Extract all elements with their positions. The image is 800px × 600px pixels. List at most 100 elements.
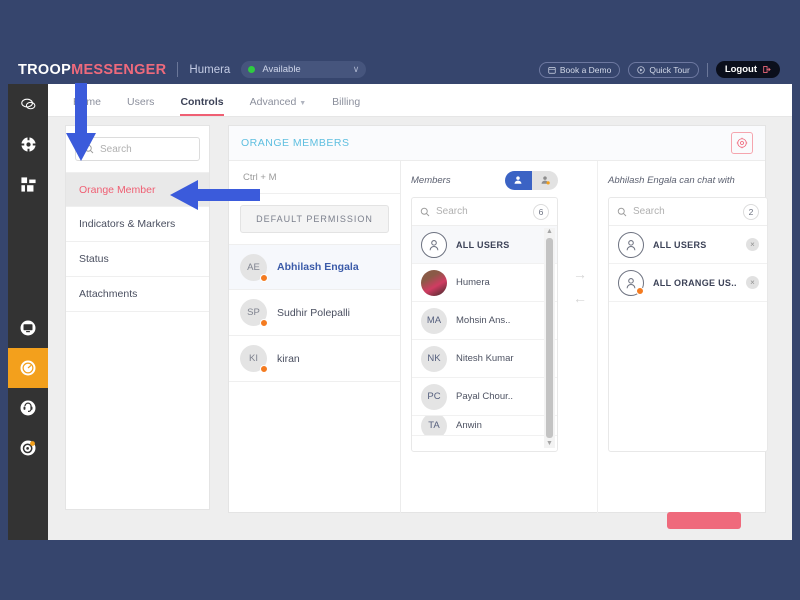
avatar-initials: TA <box>428 420 440 431</box>
remove-icon[interactable]: × <box>746 238 759 251</box>
member-type-toggle[interactable] <box>505 170 558 190</box>
members-search-input[interactable]: Search 6 <box>412 198 557 226</box>
calendar-icon <box>548 66 556 74</box>
member-name: Abhilash Engala <box>277 261 359 273</box>
sidebar-item-label: Orange Member <box>79 183 156 196</box>
avatar: PC <box>421 383 447 410</box>
status-label: Available <box>262 64 301 75</box>
list-item[interactable]: ALL USERS × <box>609 226 767 264</box>
sidebar-item-contacts[interactable] <box>8 124 48 164</box>
list-item[interactable]: TA Anwin <box>412 416 557 436</box>
save-button[interactable] <box>667 512 741 529</box>
chat-with-count-badge: 2 <box>743 203 759 220</box>
avatar: NK <box>421 345 447 372</box>
avatar-initials: MA <box>426 315 442 326</box>
toggle-orange-users[interactable] <box>531 170 558 190</box>
logout-button[interactable]: Logout <box>715 61 780 78</box>
members-list-scrollbar[interactable]: ▲ ▼ <box>544 228 555 448</box>
remove-arrow-button[interactable]: ← <box>573 290 587 306</box>
monitor-icon <box>20 320 36 336</box>
sidebar-item-indicators-markers[interactable]: Indicators & Markers <box>66 207 209 242</box>
avatar-initials: KI <box>249 353 258 364</box>
sidebar-item-attachments[interactable]: Attachments <box>66 277 209 312</box>
table-row[interactable]: SP Sudhir Polepalli <box>229 290 400 336</box>
sidebar-item-dashboard[interactable] <box>8 348 48 388</box>
sidebar-item-label: Indicators & Markers <box>79 218 176 230</box>
gear-icon[interactable] <box>731 132 753 154</box>
list-item[interactable]: ALL ORANGE US.. × <box>609 264 767 302</box>
tab-advanced-label: Advanced <box>249 96 297 108</box>
scrollbar-thumb[interactable] <box>546 238 553 438</box>
list-item[interactable]: PC Payal Chour.. <box>412 378 557 416</box>
quick-tour-button[interactable]: Quick Tour <box>628 61 699 78</box>
list-item-label: Mohsin Ans.. <box>456 315 511 326</box>
book-demo-label: Book a Demo <box>559 64 612 75</box>
chat-icon <box>20 98 35 109</box>
tab-billing[interactable]: Billing <box>332 96 360 116</box>
sidebar-item-chat[interactable] <box>8 84 48 124</box>
brand-bar: TROOPMESSENGER Humera Available ∨ Book a… <box>8 55 792 84</box>
list-item[interactable]: NK Nitesh Kumar <box>412 340 557 378</box>
scroll-down-icon[interactable]: ▼ <box>546 440 553 448</box>
chevron-down-icon: ▼ <box>299 100 307 107</box>
remove-icon[interactable]: × <box>746 276 759 289</box>
avatar-initials: NK <box>427 353 441 364</box>
avatar-initials: AE <box>247 261 260 273</box>
app-window: TROOPMESSENGER Humera Available ∨ Book a… <box>8 55 792 540</box>
status-selector[interactable]: Available ∨ <box>241 61 367 78</box>
list-item[interactable]: Humera <box>412 264 557 302</box>
chevron-down-icon: ∨ <box>352 64 360 74</box>
permission-transfer-area: Members Search 6 ALL USERS Humera MA Moh… <box>401 161 768 529</box>
add-arrow-button[interactable]: → <box>573 266 587 282</box>
sidebar-item-label: Status <box>79 253 109 265</box>
avatar <box>421 269 447 296</box>
list-item-label: Nitesh Kumar <box>456 353 514 364</box>
chat-with-search-input[interactable]: Search 2 <box>609 198 767 226</box>
table-row[interactable]: KI kiran <box>229 336 400 382</box>
sidebar-item-apps[interactable] <box>8 164 48 204</box>
page-title: ORANGE MEMBERS <box>241 137 350 149</box>
user-icon <box>514 176 522 184</box>
tab-advanced[interactable]: Advanced ▼ <box>250 96 307 116</box>
sidebar-item-label: Attachments <box>79 288 138 300</box>
chat-with-label: Abhilash Engala can chat with <box>608 174 735 186</box>
page-area: Home Users Controls Advanced ▼ Billing S… <box>48 84 792 540</box>
annotation-arrow-down <box>66 83 96 161</box>
list-item[interactable]: MA Mohsin Ans.. <box>412 302 557 340</box>
sidebar-item-monitor[interactable] <box>8 308 48 348</box>
default-permission-button[interactable]: DEFAULT PERMISSION <box>240 205 389 233</box>
members-label: Members <box>411 174 451 186</box>
divider <box>177 62 179 77</box>
members-listbox: Search 6 ALL USERS Humera MA Mohsin Ans.… <box>411 197 558 452</box>
tab-controls[interactable]: Controls <box>180 96 224 116</box>
rail-spacer <box>8 204 48 308</box>
orange-member-list: Ctrl + M DEFAULT PERMISSION AE Abhilash … <box>229 161 401 513</box>
members-header: Members <box>411 169 558 191</box>
user-outline-icon <box>626 239 636 250</box>
current-username: Humera <box>189 63 231 76</box>
members-source-panel: Members Search 6 ALL USERS Humera MA Moh… <box>411 169 558 452</box>
app-logo[interactable]: TROOPMESSENGER <box>18 62 166 78</box>
book-demo-button[interactable]: Book a Demo <box>538 61 621 78</box>
toggle-all-users[interactable] <box>505 170 532 190</box>
header-actions: Book a Demo Quick Tour Logout <box>531 61 792 78</box>
sidebar-search-placeholder: Search <box>100 143 132 155</box>
divider <box>706 62 708 77</box>
list-item-label: ALL USERS <box>653 239 707 250</box>
table-row[interactable]: AE Abhilash Engala <box>229 244 400 290</box>
sidebar-item-support[interactable] <box>8 388 48 428</box>
logout-icon <box>763 65 771 74</box>
avatar <box>618 269 644 296</box>
user-outline-icon <box>626 277 636 288</box>
panel-body: Ctrl + M DEFAULT PERMISSION AE Abhilash … <box>229 161 768 529</box>
settings-icon <box>20 440 36 456</box>
list-item[interactable]: ALL USERS <box>412 226 557 264</box>
scroll-up-icon[interactable]: ▲ <box>546 228 553 236</box>
sidebar-item-status[interactable]: Status <box>66 242 209 277</box>
tab-controls-label: Controls <box>180 96 224 108</box>
avatar <box>421 231 447 258</box>
panel-header: ORANGE MEMBERS <box>229 126 765 161</box>
tab-users[interactable]: Users <box>127 96 154 116</box>
sidebar-item-settings[interactable] <box>8 428 48 468</box>
members-count-badge: 6 <box>533 203 549 220</box>
